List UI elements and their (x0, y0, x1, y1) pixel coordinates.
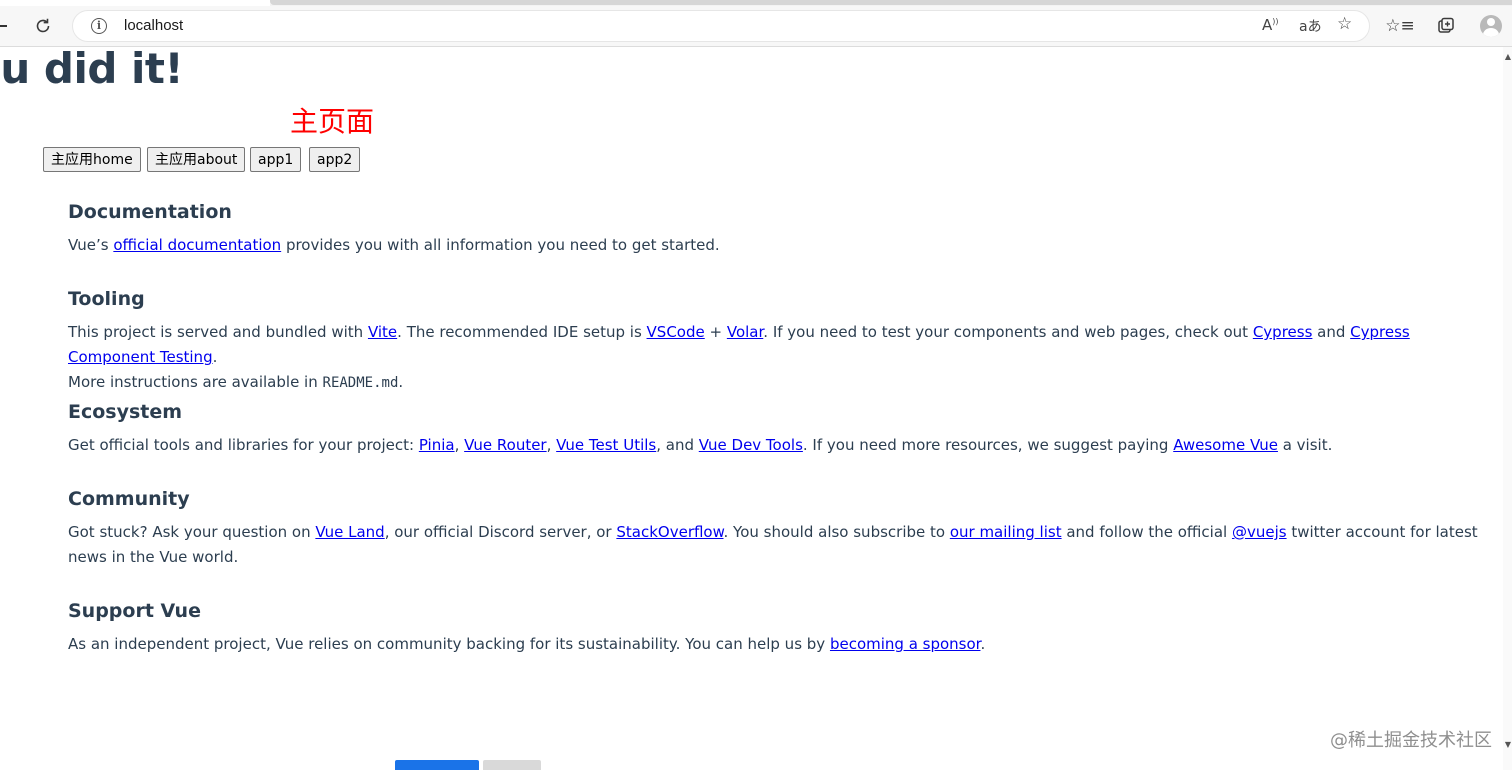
translate-icon[interactable]: aあ (1299, 16, 1322, 36)
section-text: Got stuck? Ask your question on Vue Land… (68, 523, 1478, 566)
browser-toolbar: i localhost A)) aあ ☆ ☆≡ (0, 6, 1512, 47)
watermark: @稀土掘金技术社区 (1330, 730, 1492, 751)
vite-link[interactable]: Vite (368, 323, 397, 341)
cypress-link[interactable]: Cypress (1253, 323, 1313, 341)
section-support-vue: Support Vue As an independent project, V… (68, 599, 1478, 657)
collections-icon[interactable] (1431, 12, 1461, 40)
stackoverflow-link[interactable]: StackOverflow (616, 523, 723, 541)
scroll-down-icon[interactable]: ▼ (1505, 740, 1511, 749)
section-ecosystem: Ecosystem Get official tools and librari… (68, 400, 1478, 458)
volar-link[interactable]: Volar (727, 323, 763, 341)
official-documentation-link[interactable]: official documentation (113, 236, 281, 254)
bottom-primary-button[interactable] (395, 760, 479, 770)
back-icon[interactable] (0, 25, 7, 27)
section-text: This project is served and bundled with … (68, 323, 1410, 391)
refresh-icon[interactable] (28, 12, 58, 40)
becoming-a-sponsor-link[interactable]: becoming a sponsor (830, 635, 981, 653)
pinia-link[interactable]: Pinia (419, 436, 455, 454)
page-headline: ou did it! (0, 44, 184, 93)
mailing-list-link[interactable]: our mailing list (950, 523, 1062, 541)
section-heading: Community (68, 488, 190, 510)
section-tooling: Tooling This project is served and bundl… (68, 287, 1478, 396)
section-heading: Ecosystem (68, 401, 183, 423)
section-heading: Documentation (68, 201, 232, 223)
nav-button-app1[interactable]: app1 (250, 147, 302, 172)
address-bar[interactable]: i localhost A)) aあ ☆ (72, 10, 1370, 42)
nav-button-app2[interactable]: app2 (309, 147, 361, 172)
favorites-icon[interactable]: ☆≡ (1385, 12, 1415, 40)
awesome-vue-link[interactable]: Awesome Vue (1173, 436, 1278, 454)
info-icon[interactable]: i (91, 18, 107, 34)
vue-test-utils-link[interactable]: Vue Test Utils (556, 436, 656, 454)
url-text[interactable]: localhost (124, 17, 183, 34)
nav-button-main-home[interactable]: 主应用home (43, 147, 141, 172)
profile-icon[interactable] (1480, 15, 1502, 37)
section-heading: Support Vue (68, 600, 201, 622)
section-heading: Tooling (68, 288, 145, 310)
readme-filename: README.md (322, 375, 399, 391)
section-text: Vue’s official documentation provides yo… (68, 236, 720, 254)
section-text: As an independent project, Vue relies on… (68, 635, 986, 653)
main-page-title: 主页面 (290, 105, 375, 138)
bottom-secondary-button[interactable] (483, 760, 541, 770)
page-scrollbar[interactable] (1503, 47, 1512, 770)
scroll-up-icon[interactable]: ▲ (1505, 52, 1511, 61)
section-documentation: Documentation Vue’s official documentati… (68, 200, 1478, 258)
vue-land-link[interactable]: Vue Land (315, 523, 384, 541)
nav-button-main-about[interactable]: 主应用about (147, 147, 246, 172)
vscode-link[interactable]: VSCode (647, 323, 705, 341)
add-favorite-icon[interactable]: ☆ (1337, 14, 1352, 34)
vuejs-twitter-link[interactable]: @vuejs (1232, 523, 1287, 541)
section-text: Get official tools and libraries for you… (68, 436, 1333, 454)
vue-dev-tools-link[interactable]: Vue Dev Tools (699, 436, 803, 454)
section-community: Community Got stuck? Ask your question o… (68, 487, 1478, 570)
vue-router-link[interactable]: Vue Router (464, 436, 546, 454)
inactive-tab-area (270, 0, 1512, 5)
read-aloud-icon[interactable]: A)) (1262, 16, 1279, 34)
